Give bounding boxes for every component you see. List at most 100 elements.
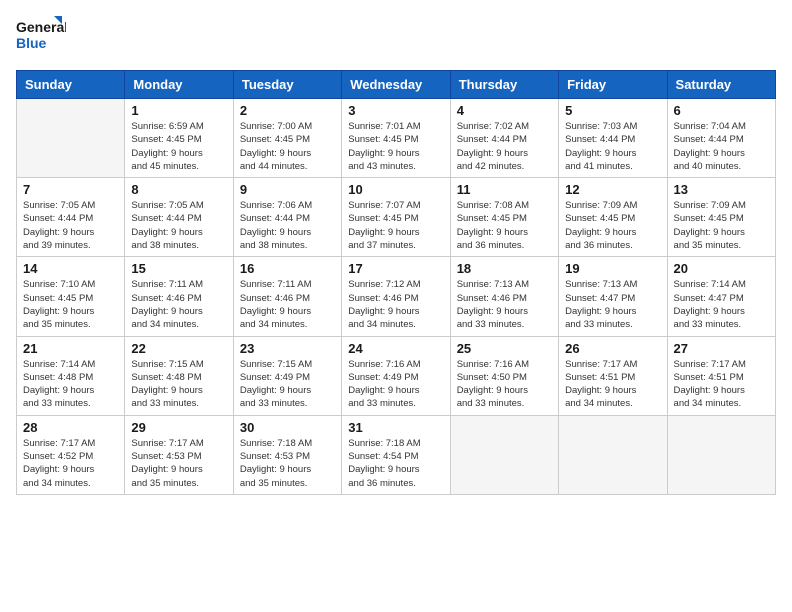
calendar-cell: 25 Sunrise: 7:16 AM Sunset: 4:50 PM Dayli… — [450, 336, 558, 415]
day-number: 27 — [674, 341, 769, 356]
day-number: 21 — [23, 341, 118, 356]
calendar-table: SundayMondayTuesdayWednesdayThursdayFrid… — [16, 70, 776, 495]
day-number: 19 — [565, 261, 660, 276]
day-info: Sunrise: 7:05 AM Sunset: 4:44 PM Dayligh… — [23, 199, 118, 252]
day-number: 13 — [674, 182, 769, 197]
day-info: Sunrise: 7:18 AM Sunset: 4:54 PM Dayligh… — [348, 437, 443, 490]
day-info: Sunrise: 7:07 AM Sunset: 4:45 PM Dayligh… — [348, 199, 443, 252]
day-info: Sunrise: 7:16 AM Sunset: 4:50 PM Dayligh… — [457, 358, 552, 411]
weekday-header-tuesday: Tuesday — [233, 71, 341, 99]
day-number: 3 — [348, 103, 443, 118]
day-info: Sunrise: 7:14 AM Sunset: 4:47 PM Dayligh… — [674, 278, 769, 331]
calendar-cell — [667, 415, 775, 494]
day-number: 4 — [457, 103, 552, 118]
day-number: 26 — [565, 341, 660, 356]
day-number: 18 — [457, 261, 552, 276]
day-info: Sunrise: 7:17 AM Sunset: 4:52 PM Dayligh… — [23, 437, 118, 490]
logo-svg: General Blue — [16, 16, 66, 58]
calendar-cell: 29 Sunrise: 7:17 AM Sunset: 4:53 PM Dayli… — [125, 415, 233, 494]
day-info: Sunrise: 7:13 AM Sunset: 4:46 PM Dayligh… — [457, 278, 552, 331]
page-header: General Blue — [16, 16, 776, 58]
day-info: Sunrise: 6:59 AM Sunset: 4:45 PM Dayligh… — [131, 120, 226, 173]
weekday-header-friday: Friday — [559, 71, 667, 99]
day-info: Sunrise: 7:02 AM Sunset: 4:44 PM Dayligh… — [457, 120, 552, 173]
day-info: Sunrise: 7:18 AM Sunset: 4:53 PM Dayligh… — [240, 437, 335, 490]
calendar-cell — [450, 415, 558, 494]
day-number: 7 — [23, 182, 118, 197]
day-info: Sunrise: 7:17 AM Sunset: 4:51 PM Dayligh… — [674, 358, 769, 411]
calendar-cell: 30 Sunrise: 7:18 AM Sunset: 4:53 PM Dayli… — [233, 415, 341, 494]
day-number: 23 — [240, 341, 335, 356]
day-number: 17 — [348, 261, 443, 276]
day-number: 31 — [348, 420, 443, 435]
day-number: 1 — [131, 103, 226, 118]
day-number: 8 — [131, 182, 226, 197]
calendar-cell: 12Sunrise: 7:09 AM Sunset: 4:45 PM Dayli… — [559, 178, 667, 257]
calendar-cell: 1 Sunrise: 6:59 AM Sunset: 4:45 PM Daylig… — [125, 99, 233, 178]
calendar-cell: 6 Sunrise: 7:04 AM Sunset: 4:44 PM Daylig… — [667, 99, 775, 178]
calendar-cell: 24 Sunrise: 7:16 AM Sunset: 4:49 PM Dayli… — [342, 336, 450, 415]
calendar-cell: 15 Sunrise: 7:11 AM Sunset: 4:46 PM Dayli… — [125, 257, 233, 336]
day-number: 15 — [131, 261, 226, 276]
calendar-cell: 13Sunrise: 7:09 AM Sunset: 4:45 PM Dayli… — [667, 178, 775, 257]
calendar-cell: 9 Sunrise: 7:06 AM Sunset: 4:44 PM Daylig… — [233, 178, 341, 257]
day-info: Sunrise: 7:00 AM Sunset: 4:45 PM Dayligh… — [240, 120, 335, 173]
calendar-cell: 27 Sunrise: 7:17 AM Sunset: 4:51 PM Dayli… — [667, 336, 775, 415]
weekday-header-row: SundayMondayTuesdayWednesdayThursdayFrid… — [17, 71, 776, 99]
day-info: Sunrise: 7:13 AM Sunset: 4:47 PM Dayligh… — [565, 278, 660, 331]
day-number: 16 — [240, 261, 335, 276]
calendar-cell: 31 Sunrise: 7:18 AM Sunset: 4:54 PM Dayli… — [342, 415, 450, 494]
calendar-cell: 16 Sunrise: 7:11 AM Sunset: 4:46 PM Dayli… — [233, 257, 341, 336]
calendar-cell: 3 Sunrise: 7:01 AM Sunset: 4:45 PM Daylig… — [342, 99, 450, 178]
day-number: 29 — [131, 420, 226, 435]
day-info: Sunrise: 7:05 AM Sunset: 4:44 PM Dayligh… — [131, 199, 226, 252]
weekday-header-sunday: Sunday — [17, 71, 125, 99]
calendar-cell: 2 Sunrise: 7:00 AM Sunset: 4:45 PM Daylig… — [233, 99, 341, 178]
day-info: Sunrise: 7:16 AM Sunset: 4:49 PM Dayligh… — [348, 358, 443, 411]
day-number: 9 — [240, 182, 335, 197]
svg-text:Blue: Blue — [16, 35, 47, 51]
calendar-week-row: 14Sunrise: 7:10 AM Sunset: 4:45 PM Dayli… — [17, 257, 776, 336]
day-info: Sunrise: 7:15 AM Sunset: 4:49 PM Dayligh… — [240, 358, 335, 411]
calendar-week-row: 28Sunrise: 7:17 AM Sunset: 4:52 PM Dayli… — [17, 415, 776, 494]
day-number: 10 — [348, 182, 443, 197]
day-number: 24 — [348, 341, 443, 356]
day-number: 11 — [457, 182, 552, 197]
day-info: Sunrise: 7:09 AM Sunset: 4:45 PM Dayligh… — [565, 199, 660, 252]
calendar-cell: 11Sunrise: 7:08 AM Sunset: 4:45 PM Dayli… — [450, 178, 558, 257]
day-number: 20 — [674, 261, 769, 276]
day-number: 30 — [240, 420, 335, 435]
day-number: 6 — [674, 103, 769, 118]
svg-text:General: General — [16, 19, 66, 35]
weekday-header-thursday: Thursday — [450, 71, 558, 99]
day-info: Sunrise: 7:11 AM Sunset: 4:46 PM Dayligh… — [131, 278, 226, 331]
weekday-header-monday: Monday — [125, 71, 233, 99]
calendar-cell: 22Sunrise: 7:15 AM Sunset: 4:48 PM Dayli… — [125, 336, 233, 415]
calendar-week-row: 7 Sunrise: 7:05 AM Sunset: 4:44 PM Daylig… — [17, 178, 776, 257]
day-info: Sunrise: 7:04 AM Sunset: 4:44 PM Dayligh… — [674, 120, 769, 173]
day-number: 22 — [131, 341, 226, 356]
calendar-cell: 26 Sunrise: 7:17 AM Sunset: 4:51 PM Dayli… — [559, 336, 667, 415]
weekday-header-wednesday: Wednesday — [342, 71, 450, 99]
calendar-cell: 8 Sunrise: 7:05 AM Sunset: 4:44 PM Daylig… — [125, 178, 233, 257]
day-info: Sunrise: 7:17 AM Sunset: 4:51 PM Dayligh… — [565, 358, 660, 411]
day-info: Sunrise: 7:11 AM Sunset: 4:46 PM Dayligh… — [240, 278, 335, 331]
calendar-cell: 19 Sunrise: 7:13 AM Sunset: 4:47 PM Dayli… — [559, 257, 667, 336]
calendar-cell: 10 Sunrise: 7:07 AM Sunset: 4:45 PM Dayli… — [342, 178, 450, 257]
day-number: 25 — [457, 341, 552, 356]
calendar-cell — [17, 99, 125, 178]
calendar-cell: 7 Sunrise: 7:05 AM Sunset: 4:44 PM Daylig… — [17, 178, 125, 257]
calendar-cell: 5 Sunrise: 7:03 AM Sunset: 4:44 PM Daylig… — [559, 99, 667, 178]
day-info: Sunrise: 7:06 AM Sunset: 4:44 PM Dayligh… — [240, 199, 335, 252]
calendar-week-row: 21Sunrise: 7:14 AM Sunset: 4:48 PM Dayli… — [17, 336, 776, 415]
day-info: Sunrise: 7:10 AM Sunset: 4:45 PM Dayligh… — [23, 278, 118, 331]
day-number: 5 — [565, 103, 660, 118]
day-info: Sunrise: 7:17 AM Sunset: 4:53 PM Dayligh… — [131, 437, 226, 490]
calendar-cell — [559, 415, 667, 494]
day-info: Sunrise: 7:01 AM Sunset: 4:45 PM Dayligh… — [348, 120, 443, 173]
day-info: Sunrise: 7:03 AM Sunset: 4:44 PM Dayligh… — [565, 120, 660, 173]
weekday-header-saturday: Saturday — [667, 71, 775, 99]
calendar-cell: 4 Sunrise: 7:02 AM Sunset: 4:44 PM Daylig… — [450, 99, 558, 178]
logo: General Blue — [16, 16, 66, 58]
day-number: 2 — [240, 103, 335, 118]
